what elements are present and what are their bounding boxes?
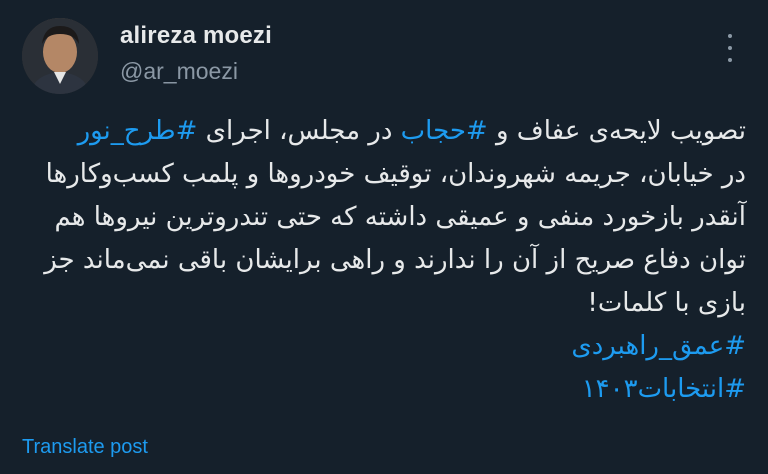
display-name[interactable]: alireza moezi bbox=[120, 22, 272, 50]
more-options-button[interactable] bbox=[720, 34, 740, 62]
hashtag-elections-1403[interactable]: #انتخابات۱۴۰۳ bbox=[582, 374, 746, 404]
hashtag-hijab[interactable]: #حجاب bbox=[401, 116, 488, 146]
user-handle[interactable]: @ar_moezi bbox=[120, 58, 238, 85]
hashtag-strategic-depth[interactable]: #عمق_راهبردی bbox=[571, 331, 746, 361]
tweet-text: تصویب لایحه‌ی عفاف و #حجاب در مجلس، اجرا… bbox=[22, 110, 746, 411]
avatar-photo bbox=[22, 18, 98, 94]
translate-post-link[interactable]: Translate post bbox=[22, 436, 148, 459]
tweet-line: بازی با کلمات! bbox=[587, 288, 746, 318]
avatar[interactable] bbox=[22, 18, 98, 94]
hashtag-tarh-noor[interactable]: #طرح_نور bbox=[78, 116, 198, 146]
tweet-line: توان دفاع صریح از آن را ندارند و راهی بر… bbox=[44, 245, 746, 275]
tweet-line: آنقدر بازخورد منفی و عمیقی داشته که حتی … bbox=[54, 202, 746, 232]
tweet-line: تصویب لایحه‌ی عفاف و #حجاب در مجلس، اجرا… bbox=[77, 116, 746, 146]
tweet-line: در خیابان، جریمه شهروندان، توقیف خودروها… bbox=[45, 159, 746, 189]
more-vertical-icon bbox=[728, 34, 732, 38]
